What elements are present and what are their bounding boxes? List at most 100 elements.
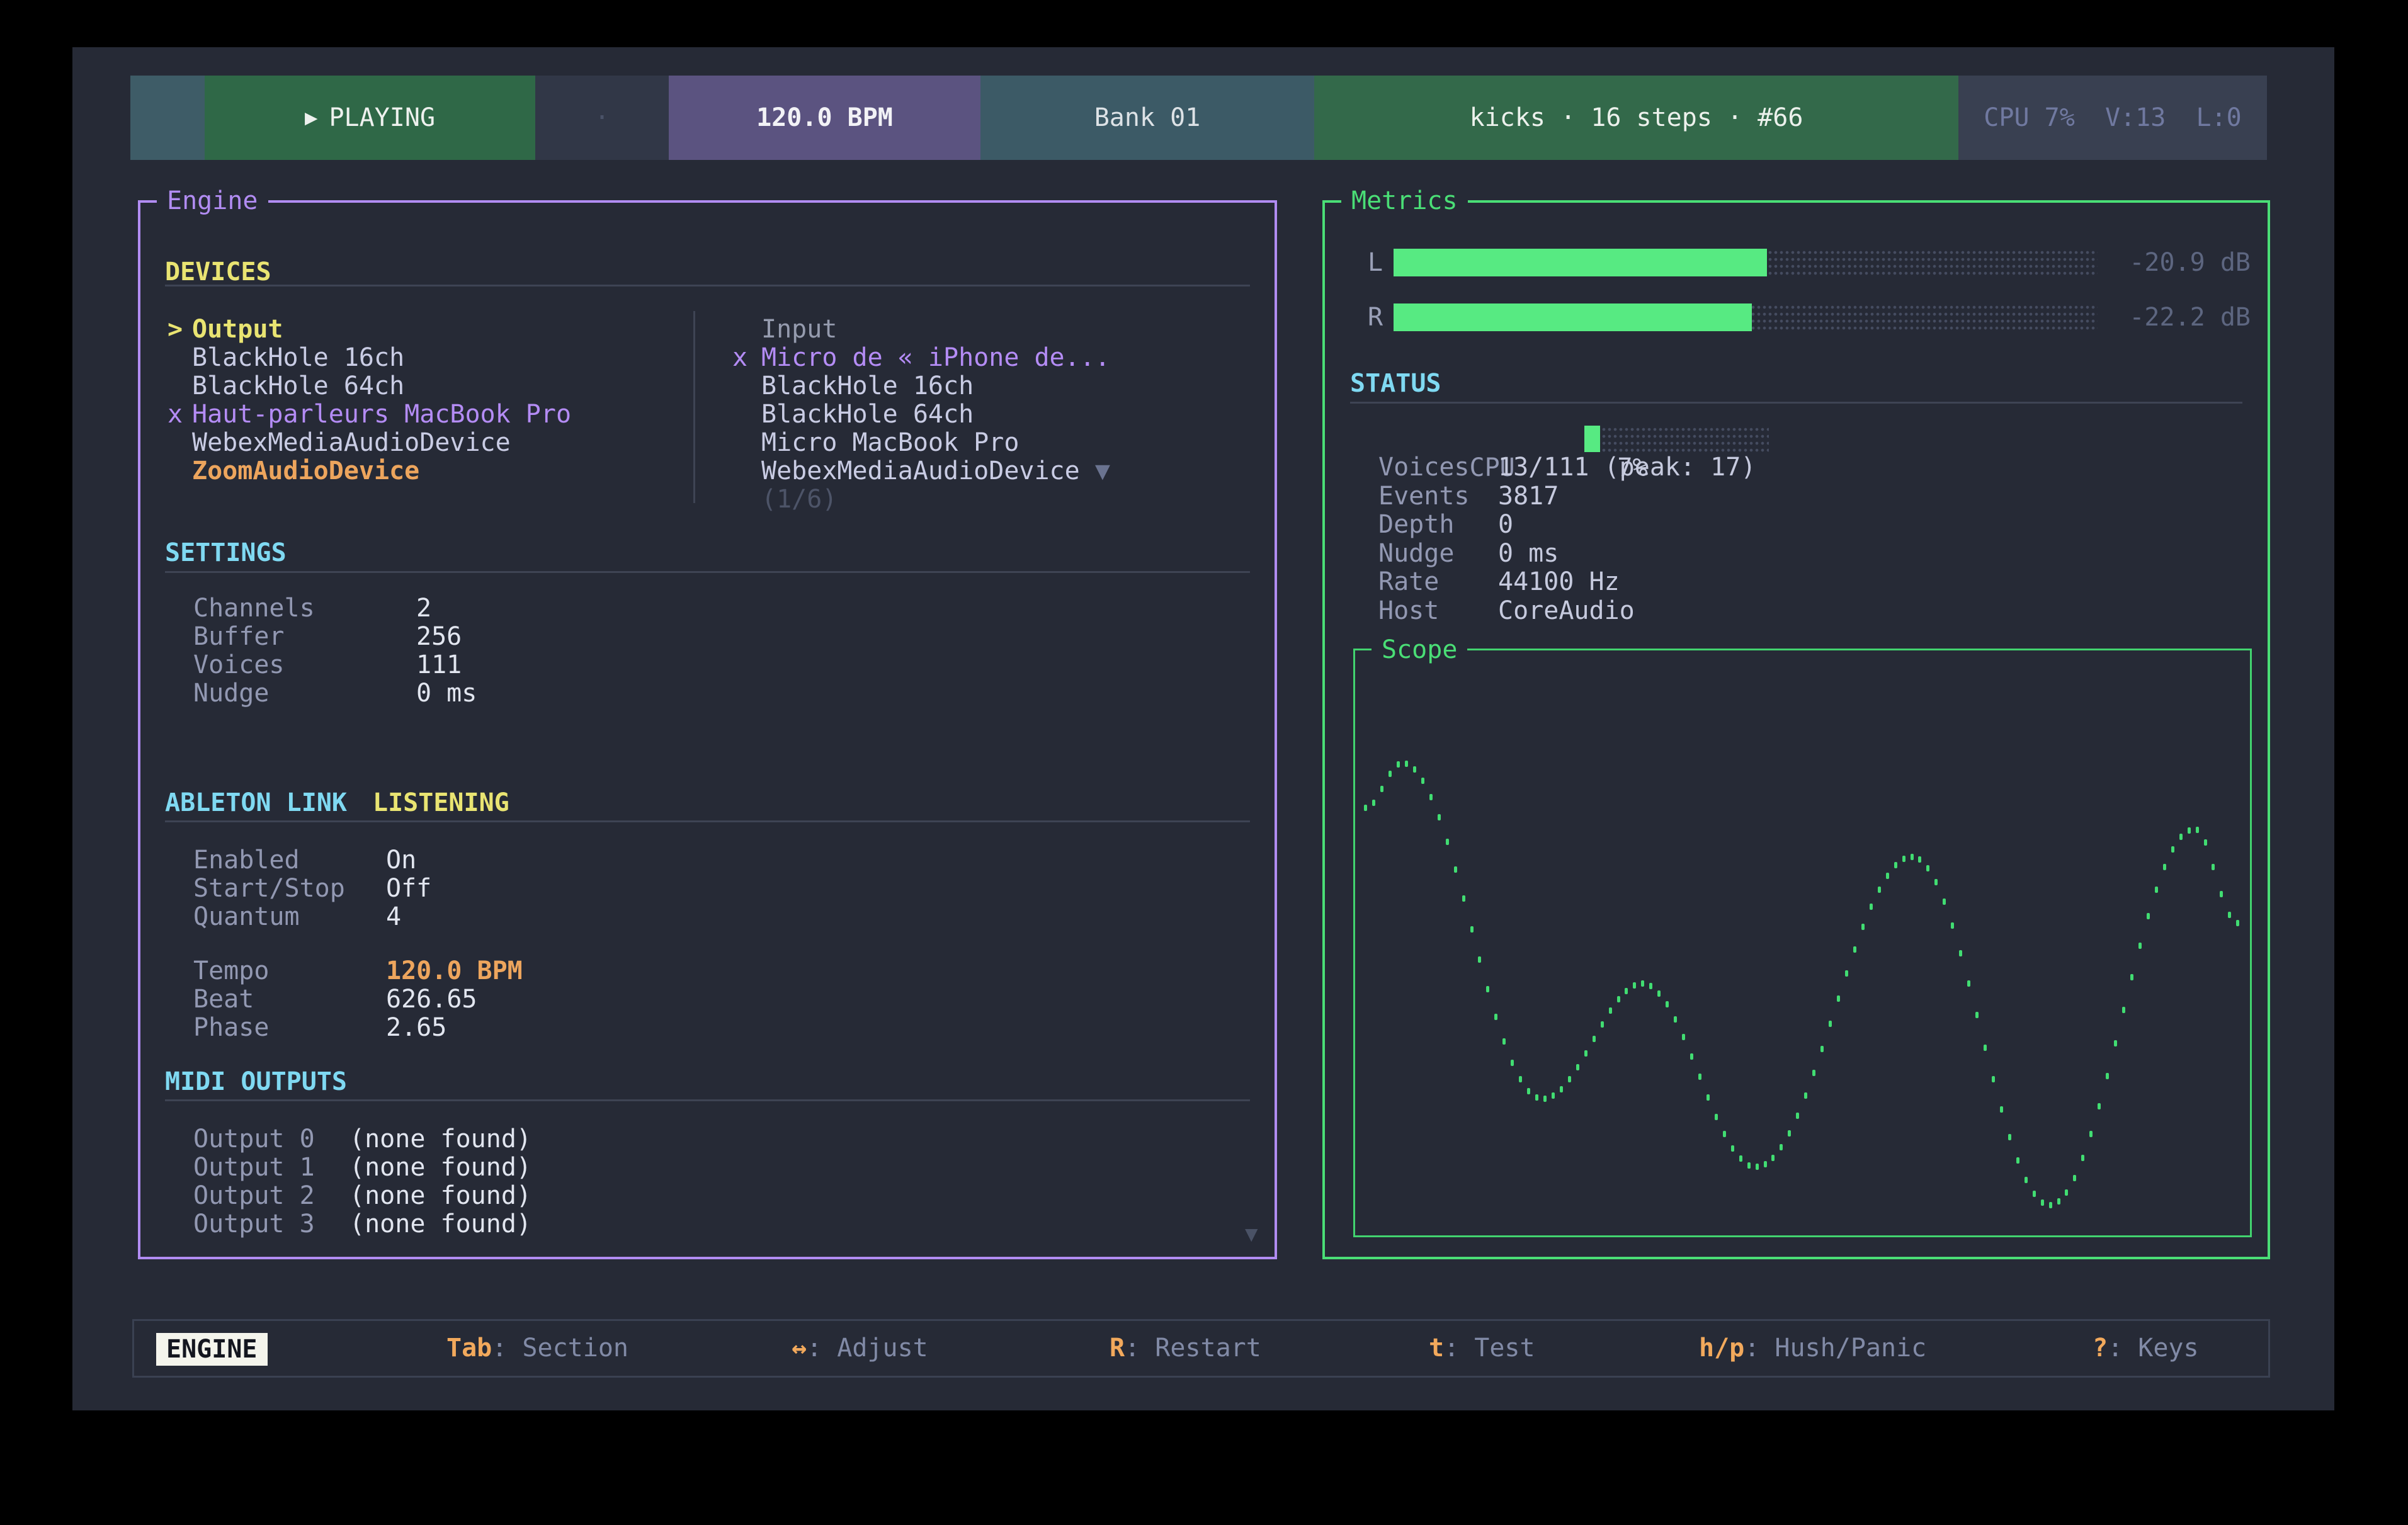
scope-sample-dot — [1609, 1007, 1612, 1014]
device-item[interactable]: BlackHole 16ch — [168, 344, 571, 372]
scope-sample-dot — [2081, 1155, 2084, 1161]
scope-sample-dot — [2188, 827, 2191, 834]
link-row-value[interactable]: Off — [386, 874, 431, 903]
dropdown-icon[interactable]: ▼ — [1080, 456, 1110, 485]
divider — [165, 571, 1250, 573]
link-row-label: Enabled — [193, 846, 386, 875]
status-row-label: Rate — [1378, 568, 1498, 597]
device-item[interactable]: WebexMediaAudioDevice ▼ — [732, 457, 1110, 485]
meter-right-label: R — [1368, 303, 1383, 331]
scope-sample-dot — [1690, 1053, 1693, 1060]
status-row-label: Depth — [1378, 511, 1498, 540]
scope-sample-dot — [1535, 1094, 1538, 1101]
scope-sample-dot — [1870, 904, 1873, 910]
scope-sample-dot — [1364, 805, 1367, 811]
device-item[interactable]: ZoomAudioDevice — [168, 457, 571, 485]
scope-panel: Scope — [1353, 649, 2252, 1237]
link-row: Beat626.65 — [193, 985, 523, 1014]
link-row[interactable]: Start/StopOff — [193, 875, 431, 903]
link-row-value[interactable]: On — [386, 846, 416, 875]
scope-sample-dot — [1829, 1021, 1832, 1027]
scope-sample-dot — [1707, 1094, 1710, 1101]
divider — [165, 1099, 1250, 1101]
scope-sample-dot — [1837, 995, 1840, 1002]
scope-sample-dot — [1666, 1001, 1669, 1007]
status-row: Depth0 — [1378, 511, 1756, 540]
meter-right-track — [1394, 303, 2098, 331]
scope-sample-dot — [2163, 864, 2166, 870]
play-icon: ▶ — [305, 105, 317, 130]
setting-row-value[interactable]: 111 — [416, 650, 462, 679]
key-hint[interactable]: R: Restart — [1110, 1321, 1261, 1376]
transport-state-segment: ▶ PLAYING — [205, 76, 535, 160]
status-row-label: Events — [1378, 482, 1498, 511]
meter-left-track — [1394, 249, 2098, 276]
divider — [165, 285, 1250, 286]
midi-row: Output 3(none found) — [193, 1210, 531, 1239]
setting-row[interactable]: Nudge0 ms — [193, 679, 477, 708]
scope-sample-dot — [1478, 956, 1481, 963]
scroll-down-icon[interactable]: ▼ — [1245, 1222, 1258, 1247]
key-hint[interactable]: ↔: Adjust — [792, 1321, 928, 1376]
setting-row[interactable]: Voices111 — [193, 651, 477, 679]
device-item[interactable]: xMicro de « iPhone de... — [732, 344, 1110, 372]
scope-sample-dot — [2041, 1199, 2044, 1206]
key-hint-label: : Section — [492, 1334, 628, 1363]
device-item[interactable]: >Output — [168, 315, 571, 344]
midi-output-rows: Output 0(none found)Output 1(none found)… — [193, 1125, 531, 1239]
device-label: BlackHole 64ch — [761, 400, 974, 429]
scope-sample-dot — [2089, 1131, 2093, 1137]
scope-sample-dot — [2220, 891, 2223, 897]
link-row[interactable]: EnabledOn — [193, 846, 431, 875]
bpm-segment: 120.0 BPM — [669, 76, 980, 160]
scope-sample-dot — [1959, 950, 1962, 956]
scope-sample-dot — [1739, 1155, 1742, 1162]
link-row[interactable]: Quantum4 — [193, 903, 431, 931]
device-column-divider — [693, 311, 695, 503]
scope-sample-dot — [1511, 1060, 1514, 1066]
scope-sample-dot — [1747, 1162, 1751, 1169]
link-row-value[interactable]: 4 — [386, 902, 401, 931]
setting-row-value[interactable]: 2 — [416, 594, 431, 623]
key-hint[interactable]: t: Test — [1429, 1321, 1535, 1376]
scope-sample-dot — [1576, 1064, 1579, 1070]
device-item[interactable]: xHaut-parleurs MacBook Pro — [168, 400, 571, 429]
scope-sample-dot — [1911, 854, 1914, 860]
devices-header: DEVICES — [165, 258, 271, 286]
device-item[interactable]: BlackHole 64ch — [732, 400, 1110, 429]
scope-sample-dot — [1593, 1036, 1596, 1042]
setting-row-value[interactable]: 256 — [416, 622, 462, 651]
scope-sample-dot — [1519, 1076, 1522, 1082]
setting-row-label: Nudge — [193, 679, 416, 708]
midi-outputs-header: MIDI OUTPUTS — [165, 1068, 347, 1096]
midi-row-label: Output 1 — [193, 1154, 349, 1182]
scope-sample-dot — [1429, 794, 1433, 800]
scope-sample-dot — [1804, 1092, 1807, 1099]
setting-row[interactable]: Buffer256 — [193, 623, 477, 651]
scope-sample-dot — [1633, 982, 1636, 989]
scope-sample-dot — [2155, 887, 2158, 893]
device-item[interactable]: BlackHole 64ch — [168, 372, 571, 400]
key-hint[interactable]: Tab: Section — [446, 1321, 628, 1376]
key-hint[interactable]: h/p: Hush/Panic — [1699, 1321, 1926, 1376]
device-item[interactable]: Micro MacBook Pro — [732, 429, 1110, 457]
input-device-list: InputxMicro de « iPhone de...BlackHole 1… — [732, 315, 1110, 514]
device-item[interactable]: WebexMediaAudioDevice — [168, 429, 571, 457]
bpm-value: 120.0 BPM — [756, 103, 893, 132]
setting-row-value[interactable]: 0 ms — [416, 679, 477, 708]
cpu-meter-fill — [1584, 426, 1600, 452]
midi-row-value: (none found) — [349, 1153, 531, 1182]
setting-row-label: Voices — [193, 651, 416, 679]
link-row: Tempo120.0 BPM — [193, 957, 523, 985]
key-hint[interactable]: ?: Keys — [2093, 1321, 2199, 1376]
setting-row[interactable]: Channels2 — [193, 594, 477, 623]
link-row-label: Start/Stop — [193, 875, 386, 903]
scope-sample-dot — [1878, 887, 1881, 893]
scope-sample-dot — [1764, 1161, 1767, 1167]
scope-sample-dot — [1584, 1050, 1587, 1057]
status-row-label: Voices — [1378, 453, 1498, 482]
stats-label: CPU 7% V:13 L:0 — [1984, 103, 2241, 132]
status-row: Rate44100 Hz — [1378, 568, 1756, 597]
device-item[interactable]: BlackHole 16ch — [732, 372, 1110, 400]
key-hint-label: : Keys — [2108, 1334, 2199, 1363]
